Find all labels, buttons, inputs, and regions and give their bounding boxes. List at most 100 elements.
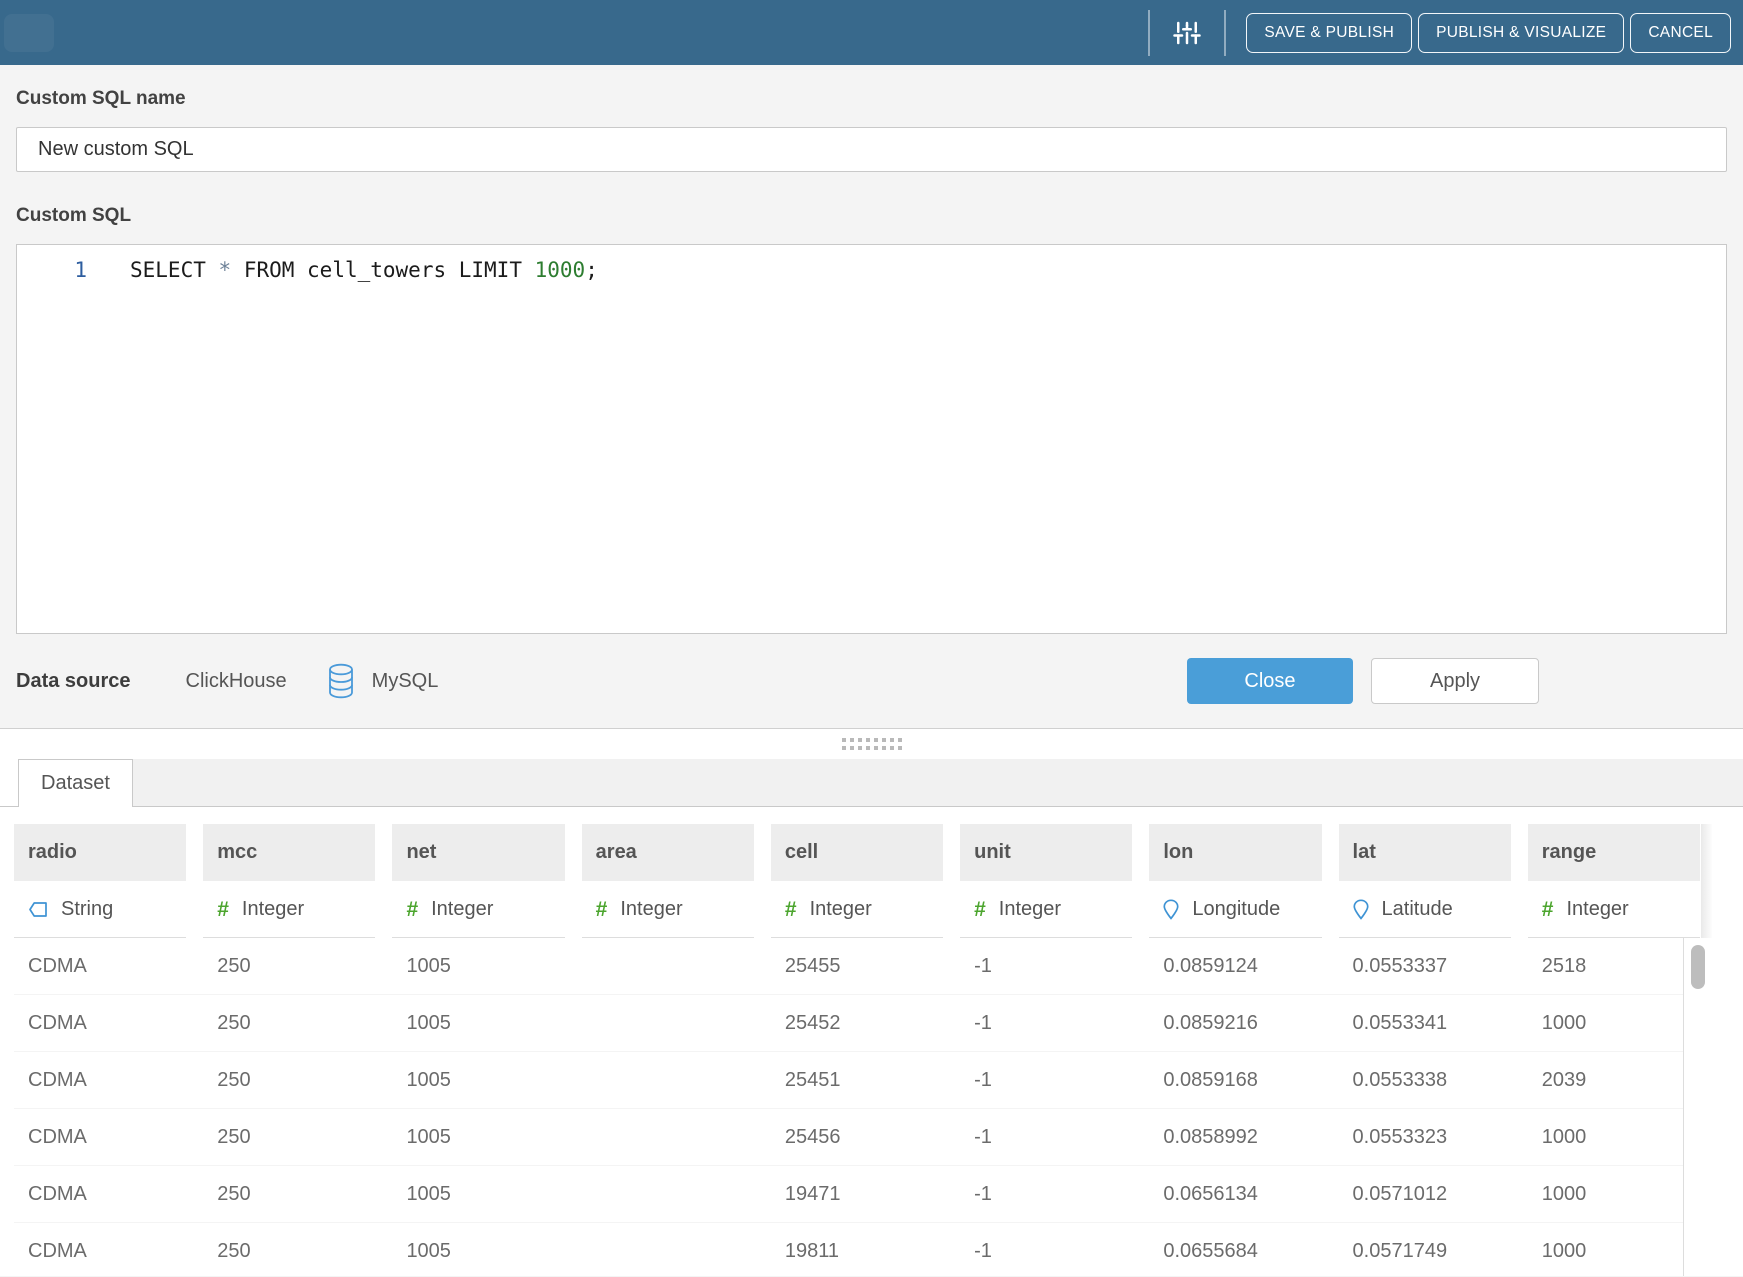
datasource-row: Data source ClickHouse MySQL Close Apply [16, 634, 1727, 728]
table-cell: CDMA [14, 995, 186, 1051]
table-cell: 25456 [771, 1109, 943, 1165]
integer-icon: # [1542, 899, 1554, 920]
column-type-label: Integer [431, 898, 493, 921]
column-type-mcc[interactable]: #Integer [203, 881, 375, 938]
table-body: CDMA 250 1005 25455 -1 0.0859124 0.0553337 2518… [14, 938, 1700, 1276]
table-cell [582, 1223, 754, 1276]
custom-sql-name-input[interactable] [16, 127, 1727, 172]
custom-sql-name-label: Custom SQL name [16, 65, 1727, 110]
column-type-lat[interactable]: Latitude [1339, 881, 1511, 938]
table-cell: CDMA [14, 938, 186, 994]
column-type-label: Integer [1566, 898, 1628, 921]
column-type-cell[interactable]: #Integer [771, 881, 943, 938]
table-cell [582, 938, 754, 994]
column-type-unit[interactable]: #Integer [960, 881, 1132, 938]
column-header-lon[interactable]: lon [1149, 824, 1321, 881]
table-cell: CDMA [14, 1109, 186, 1165]
table-row: CDMA250100519811-10.06556840.05717491000 [14, 1223, 1700, 1276]
table-cell: 1005 [392, 1109, 564, 1165]
table-cell [582, 1166, 754, 1222]
save-publish-button[interactable]: SAVE & PUBLISH [1246, 13, 1412, 53]
table-cell: 0.0553323 [1339, 1109, 1511, 1165]
table-cell: -1 [960, 1109, 1132, 1165]
panel-resize-strip [0, 729, 1743, 759]
column-header-radio[interactable]: radio [14, 824, 186, 881]
table-cell: 25455 [771, 938, 943, 994]
table-cell: 19471 [771, 1166, 943, 1222]
table-cell: 1005 [392, 1223, 564, 1276]
close-button[interactable]: Close [1187, 658, 1353, 704]
table-cell: 0.0553338 [1339, 1052, 1511, 1108]
geo-pin-icon [1353, 899, 1369, 920]
table-type-row: String#Integer#Integer#Integer#Integer#I… [14, 881, 1700, 938]
table-cell: 0.0859124 [1149, 938, 1321, 994]
sliders-icon [1172, 18, 1202, 48]
column-header-cell[interactable]: cell [771, 824, 943, 881]
table-cell: 0.0571012 [1339, 1166, 1511, 1222]
custom-sql-panel: Custom SQL name Custom SQL 1 SELECT * FR… [0, 65, 1743, 728]
table-cell: -1 [960, 1052, 1132, 1108]
column-type-label: String [61, 898, 113, 921]
table-cell: 0.0859216 [1149, 995, 1321, 1051]
table-cell: 0.0656134 [1149, 1166, 1321, 1222]
scrollbar-thumb[interactable] [1691, 945, 1705, 989]
settings-button[interactable] [1172, 18, 1202, 48]
apply-button[interactable]: Apply [1371, 658, 1539, 704]
datasource-option-mysql[interactable]: MySQL [372, 670, 439, 693]
header-scroll-strip [1701, 824, 1712, 938]
dataset-preview-table: radio mccnetarea cell unitlonlat range Strin… [0, 807, 1743, 1276]
column-type-net[interactable]: # Integer [392, 881, 564, 938]
column-header-unit[interactable]: unit [960, 824, 1132, 881]
table-row: CDMA250100519471-10.06561340.05710121000 [14, 1166, 1700, 1223]
column-type-lon[interactable]: Longitude [1149, 881, 1321, 938]
string-icon [28, 901, 48, 918]
integer-icon: # [406, 899, 418, 920]
table-cell: 2518 [1528, 938, 1700, 994]
table-cell: 250 [203, 995, 375, 1051]
table-cell: 1005 [392, 1166, 564, 1222]
column-type-range[interactable]: # Integer [1528, 881, 1700, 938]
table-cell: 2039 [1528, 1052, 1700, 1108]
cancel-button[interactable]: CANCEL [1630, 13, 1731, 53]
table-cell: 250 [203, 938, 375, 994]
datasource-option-clickhouse[interactable]: ClickHouse [186, 670, 287, 693]
sql-editor[interactable]: 1 SELECT * FROM cell_towers LIMIT 1000; [16, 244, 1727, 634]
table-cell: -1 [960, 938, 1132, 994]
integer-icon: # [596, 899, 608, 920]
column-type-area[interactable]: #Integer [582, 881, 754, 938]
table-cell: 1000 [1528, 1109, 1700, 1165]
column-header-net[interactable]: net [392, 824, 564, 881]
column-header-range[interactable]: range [1528, 824, 1700, 881]
table-row: CDMA250100525452-10.08592160.05533411000 [14, 995, 1700, 1052]
table-cell: 1005 [392, 1052, 564, 1108]
tab-dataset[interactable]: Dataset [18, 759, 133, 807]
column-type-radio[interactable]: String [14, 881, 186, 938]
table-cell: 0.0553341 [1339, 995, 1511, 1051]
table-cell: 250 [203, 1052, 375, 1108]
vertical-scrollbar [1683, 938, 1743, 1276]
database-icon [327, 663, 355, 699]
table-cell: 0.0571749 [1339, 1223, 1511, 1276]
table-cell: 0.0553337 [1339, 938, 1511, 994]
topbar-divider [1148, 10, 1150, 56]
datasource-label: Data source [16, 670, 131, 693]
table-cell: 1005 [392, 995, 564, 1051]
column-type-label: Latitude [1382, 898, 1453, 921]
publish-visualize-button[interactable]: PUBLISH & VISUALIZE [1418, 13, 1624, 53]
sql-line: 1 SELECT * FROM cell_towers LIMIT 1000; [17, 254, 1726, 287]
table-row: CDMA 250 1005 25455 -1 0.0859124 0.0553337 2518 [14, 938, 1700, 995]
column-header-area[interactable]: area [582, 824, 754, 881]
custom-sql-label: Custom SQL [16, 172, 1727, 227]
table-cell: 1000 [1528, 1166, 1700, 1222]
sql-token: SELECT [130, 258, 219, 282]
resize-handle[interactable] [842, 738, 902, 750]
column-header-lat[interactable]: lat [1339, 824, 1511, 881]
table-cell: CDMA [14, 1052, 186, 1108]
table-cell: 250 [203, 1223, 375, 1276]
table-cell: 1005 [392, 938, 564, 994]
sql-token: ; [585, 258, 598, 282]
column-header-mcc[interactable]: mcc [203, 824, 375, 881]
table-cell: 0.0859168 [1149, 1052, 1321, 1108]
table-cell: 25451 [771, 1052, 943, 1108]
topbar-divider [1224, 10, 1226, 56]
